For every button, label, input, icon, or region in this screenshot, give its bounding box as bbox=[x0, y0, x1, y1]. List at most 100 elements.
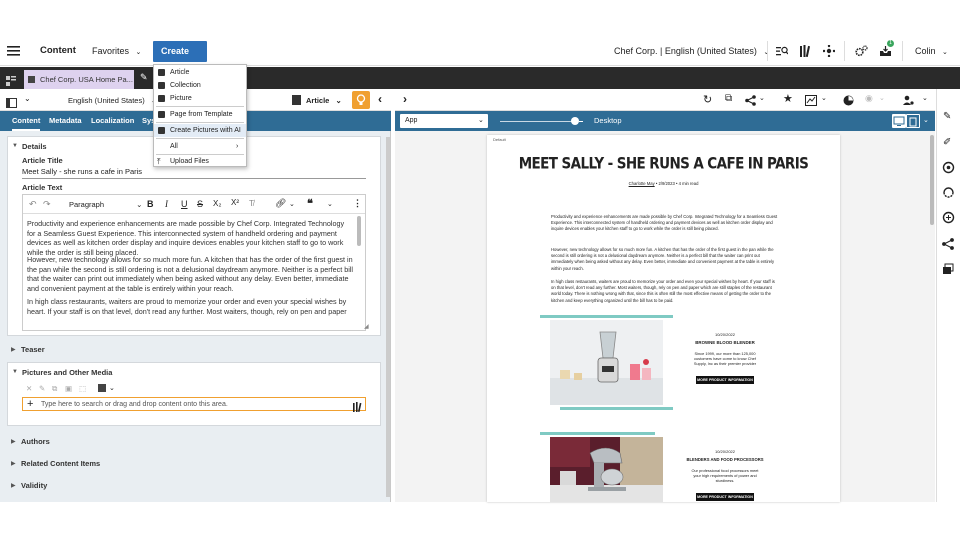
pictures-title[interactable]: Pictures and Other Media bbox=[22, 368, 112, 377]
expand-right-icon[interactable]: › bbox=[403, 92, 407, 106]
user-menu[interactable]: Colin ⌄ bbox=[915, 36, 948, 66]
chevron-down-icon[interactable]: ⌄ bbox=[109, 384, 115, 392]
doc-type-selector[interactable]: Article ⌄ bbox=[306, 96, 342, 105]
media-drop-area[interactable]: + Type here to search or drag and drop c… bbox=[22, 397, 366, 413]
menu-item-upload-files[interactable]: ⤒ Upload Files bbox=[154, 155, 246, 168]
undo-icon[interactable]: ↶ bbox=[29, 199, 37, 210]
lightbulb-icon[interactable] bbox=[352, 91, 370, 109]
chevron-down-icon[interactable]: ⌄ bbox=[24, 94, 31, 103]
tab-metadata[interactable]: Metadata bbox=[49, 111, 82, 131]
star-icon[interactable]: ★ bbox=[783, 92, 793, 105]
clipboard-icon[interactable] bbox=[98, 384, 106, 392]
section-validity[interactable]: Validity bbox=[21, 481, 47, 490]
width-slider-track[interactable] bbox=[500, 121, 575, 122]
italic-icon[interactable]: I bbox=[165, 199, 168, 209]
pencil-icon[interactable]: ✎ bbox=[943, 111, 951, 122]
more-options-icon[interactable]: ⋮ bbox=[353, 198, 362, 209]
subscript-icon[interactable]: X₂ bbox=[213, 199, 221, 208]
preview-author[interactable]: Charlotte May bbox=[629, 181, 655, 186]
tag-icon[interactable]: ⬚ bbox=[79, 384, 86, 393]
chevron-right-icon[interactable]: ▶ bbox=[11, 438, 16, 445]
menu-item-article[interactable]: Article bbox=[154, 66, 246, 79]
create-button[interactable]: Create ⌄ bbox=[153, 41, 207, 77]
chevron-right-icon[interactable]: ▶ bbox=[11, 482, 16, 489]
pencil-icon[interactable]: ✎ bbox=[140, 72, 148, 83]
resize-handle-icon[interactable]: ◢ bbox=[364, 323, 369, 330]
editor-paragraph[interactable]: However, new technology allows for so mu… bbox=[27, 255, 353, 293]
translate-icon[interactable] bbox=[942, 211, 955, 229]
notification-tray-icon[interactable]: 1 bbox=[879, 40, 894, 60]
edit-icon[interactable]: ✎ bbox=[39, 384, 45, 393]
teaser-title[interactable]: Teaser bbox=[21, 345, 45, 354]
clear-format-icon[interactable]: T̸ bbox=[249, 199, 254, 208]
chevron-down-icon[interactable]: ⌄ bbox=[879, 94, 885, 102]
copy-icon[interactable]: ⧉ bbox=[52, 384, 57, 394]
menu-item-picture[interactable]: Picture bbox=[154, 92, 246, 105]
link-icon[interactable]: 🔗︎ bbox=[275, 198, 286, 209]
preview-scrollbar[interactable] bbox=[930, 135, 934, 225]
chevron-down-icon[interactable]: ▼ bbox=[12, 369, 18, 375]
product1-info-button[interactable]: MORE PRODUCT INFORMATION bbox=[696, 376, 754, 384]
site-selector[interactable]: Chef Corp. | English (United States) ⌄ bbox=[614, 36, 769, 66]
menu-item-all[interactable]: All › bbox=[154, 140, 246, 153]
chevron-down-icon[interactable]: ⌄ bbox=[923, 116, 929, 124]
underline-icon[interactable]: U bbox=[181, 199, 188, 209]
eye-icon[interactable]: ◉ bbox=[865, 93, 873, 104]
workflow-icon[interactable] bbox=[942, 161, 955, 179]
section-authors[interactable]: Authors bbox=[21, 437, 50, 446]
editor-scrollbar[interactable] bbox=[357, 216, 361, 246]
open-external-icon[interactable]: ⧉ bbox=[725, 93, 732, 104]
left-scrollbar[interactable] bbox=[386, 137, 390, 497]
chart-icon[interactable] bbox=[805, 93, 817, 111]
sync-icon[interactable] bbox=[942, 186, 955, 204]
editor-paragraph[interactable]: In high class restaurants, waiters are p… bbox=[27, 297, 353, 317]
editor-paragraph[interactable]: Productivity and experience enhancements… bbox=[27, 219, 353, 257]
library-icon[interactable] bbox=[353, 399, 362, 417]
width-slider-thumb[interactable] bbox=[571, 117, 579, 125]
gear-icon[interactable] bbox=[855, 45, 868, 60]
image-icon[interactable]: ▣ bbox=[65, 384, 72, 393]
superscript-icon[interactable]: X² bbox=[231, 198, 239, 207]
share-icon[interactable] bbox=[745, 93, 756, 111]
network-icon[interactable] bbox=[822, 44, 836, 60]
product2-info-button[interactable]: MORE PRODUCT INFORMATION bbox=[696, 493, 754, 501]
chevron-down-icon[interactable]: ⌄ bbox=[821, 94, 827, 102]
menu-item-page-from-template[interactable]: Page from Template bbox=[154, 108, 246, 121]
mobile-view-icon[interactable] bbox=[906, 114, 920, 128]
search-list-icon[interactable] bbox=[776, 46, 789, 59]
chevron-down-icon[interactable]: ⌄ bbox=[922, 94, 928, 102]
user-settings-icon[interactable] bbox=[903, 93, 914, 111]
app-select[interactable]: App ⌄ bbox=[400, 114, 488, 128]
hamburger-menu-icon[interactable] bbox=[7, 36, 20, 66]
chevron-down-icon[interactable]: ▼ bbox=[12, 143, 18, 149]
section-related-content[interactable]: Related Content Items bbox=[21, 459, 100, 468]
chevron-down-icon[interactable]: ⌄ bbox=[759, 94, 765, 102]
chevron-right-icon[interactable]: ▶ bbox=[11, 460, 16, 467]
chevron-down-icon[interactable]: ⌄ bbox=[289, 200, 295, 208]
reload-icon[interactable]: ↻ bbox=[703, 93, 712, 106]
quote-icon[interactable]: ❝ bbox=[307, 197, 313, 210]
document-tab[interactable]: Chef Corp. USA Home Pa... bbox=[24, 70, 134, 89]
content-nav-label[interactable]: Content bbox=[40, 36, 76, 66]
article-title-input[interactable]: Meet Sally - she runs a cafe in Paris bbox=[22, 167, 142, 176]
tab-localization[interactable]: Localization bbox=[91, 111, 134, 131]
tab-content[interactable]: Content bbox=[12, 111, 41, 131]
bold-icon[interactable]: B bbox=[147, 199, 154, 209]
strikethrough-icon[interactable]: S bbox=[197, 199, 203, 209]
collapse-left-icon[interactable]: ‹ bbox=[378, 92, 382, 106]
redo-icon[interactable]: ↷ bbox=[43, 199, 51, 210]
share-icon[interactable] bbox=[942, 237, 954, 255]
delete-icon[interactable]: ✕ bbox=[26, 384, 32, 393]
chevron-down-icon[interactable]: ⌄ bbox=[327, 200, 333, 208]
add-icon[interactable]: + bbox=[27, 398, 33, 411]
time-icon[interactable] bbox=[843, 93, 854, 111]
chevron-right-icon[interactable]: ▶ bbox=[11, 346, 16, 353]
menu-item-create-pictures-ai[interactable]: Create Pictures with AI bbox=[154, 124, 246, 137]
locale-selector[interactable]: English (United States) ⌄ bbox=[68, 96, 157, 105]
details-title[interactable]: Details bbox=[22, 142, 47, 151]
paragraph-style-select[interactable]: Paragraph ⌄ bbox=[69, 200, 142, 209]
favorites-menu[interactable]: Favorites ⌄ bbox=[92, 36, 141, 66]
menu-item-collection[interactable]: Collection bbox=[154, 79, 246, 92]
stack-icon[interactable] bbox=[942, 262, 954, 280]
desktop-view-icon[interactable] bbox=[892, 114, 906, 128]
